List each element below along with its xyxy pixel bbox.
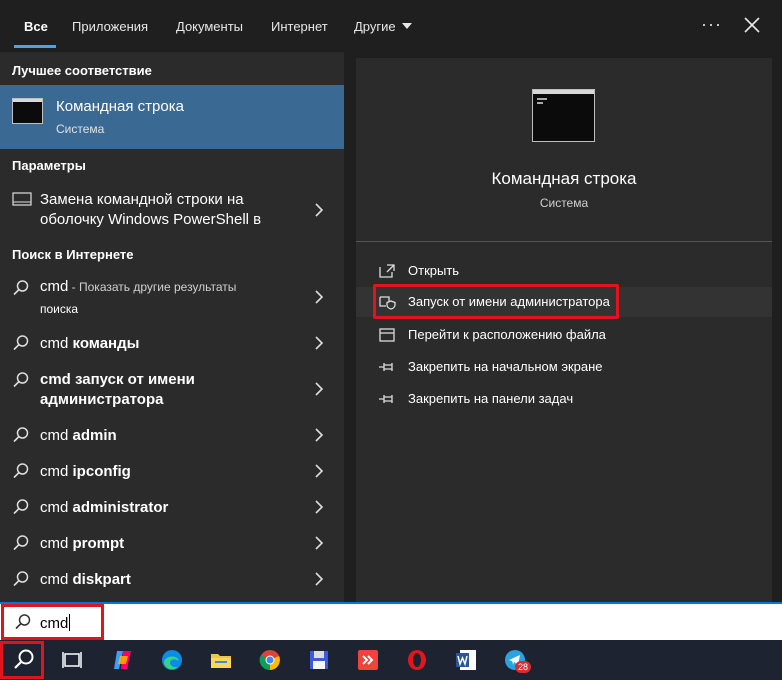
web-result-query: cmd <box>40 463 73 480</box>
web-result-bold: prompt <box>72 535 125 552</box>
web-result-query: cmd <box>40 499 73 516</box>
chevron-right-icon[interactable] <box>314 572 324 586</box>
edge-icon[interactable] <box>160 648 184 672</box>
web-result-bold: ipconfig <box>72 463 131 480</box>
results-list: Лучшее соответствие Командная строка Сис… <box>0 52 344 602</box>
chevron-right-icon[interactable] <box>314 500 324 514</box>
web-result-hint: - Показать другие результаты <box>68 280 237 294</box>
web-result-query: cmd <box>40 278 69 295</box>
web-result-item[interactable]: cmd administrator <box>0 494 344 522</box>
web-result-item[interactable]: cmd ipconfig <box>0 458 344 486</box>
web-result-query: cmd <box>40 535 73 552</box>
tab-more[interactable]: Другие <box>354 19 412 34</box>
chevron-right-icon[interactable] <box>314 290 324 304</box>
web-result-query-line2: администратора <box>40 391 164 408</box>
command-prompt-icon <box>532 89 595 142</box>
tab-apps[interactable]: Приложения <box>72 19 148 34</box>
copilot-icon[interactable] <box>111 648 135 672</box>
annotation-highlight <box>0 641 44 679</box>
folder-icon <box>379 328 395 342</box>
notification-badge: 28 <box>515 661 532 673</box>
web-result-item[interactable]: cmd diskpart <box>0 566 344 594</box>
floppy-icon[interactable] <box>307 648 331 672</box>
opera-icon[interactable] <box>405 648 429 672</box>
web-result-item[interactable]: cmd admin <box>0 422 344 450</box>
pin-icon <box>379 363 393 371</box>
web-result-item[interactable]: cmd запуск от имени администратора <box>0 366 344 412</box>
action-open-file-location-label: Перейти к расположению файла <box>408 327 606 342</box>
task-view-icon[interactable] <box>60 648 84 672</box>
action-pin-start[interactable]: Закрепить на начальном экране <box>356 352 772 382</box>
tab-documents[interactable]: Документы <box>176 19 243 34</box>
action-open-file-location[interactable]: Перейти к расположению файла <box>356 320 772 350</box>
chevron-right-icon[interactable] <box>314 382 324 396</box>
action-open[interactable]: Открыть <box>356 256 772 286</box>
best-match-item[interactable]: Командная строка Система <box>0 85 344 149</box>
tab-more-label: Другие <box>354 19 396 34</box>
chevron-right-icon[interactable] <box>314 464 324 478</box>
tab-internet[interactable]: Интернет <box>271 19 328 34</box>
search-icon <box>13 335 29 351</box>
chrome-icon[interactable] <box>258 648 282 672</box>
action-open-label: Открыть <box>408 263 460 278</box>
chevron-right-icon[interactable] <box>314 336 324 350</box>
preview-panel: Командная строка Система Открыть Запуск … <box>356 58 772 602</box>
action-pin-taskbar-label: Закрепить на панели задач <box>408 391 574 406</box>
annotation-highlight <box>1 604 104 640</box>
web-result-query: cmd <box>40 335 73 352</box>
best-match-subtitle: Система <box>56 122 105 136</box>
close-icon[interactable] <box>742 15 762 35</box>
divider <box>356 241 772 242</box>
search-icon <box>13 427 29 443</box>
search-icon <box>13 463 29 479</box>
settings-item-line2: оболочку Windows PowerShell в <box>40 211 262 228</box>
file-explorer-icon[interactable] <box>209 648 233 672</box>
more-options-button[interactable]: ··· <box>701 14 722 35</box>
pin-icon <box>379 395 393 403</box>
search-icon <box>13 280 29 296</box>
action-pin-taskbar[interactable]: Закрепить на панели задач <box>356 384 772 414</box>
action-run-as-admin[interactable]: Запуск от имени администратора <box>356 284 772 319</box>
chevron-right-icon[interactable] <box>314 536 324 550</box>
chevron-right-icon[interactable] <box>314 428 324 442</box>
web-result-item[interactable]: cmd - Показать другие результаты поиска <box>0 274 344 318</box>
web-result-query: cmd <box>40 427 73 444</box>
web-result-hint-line2: поиска <box>40 302 79 316</box>
annotation-highlight <box>373 284 619 319</box>
search-box[interactable]: cmd <box>0 602 782 640</box>
command-prompt-icon <box>12 98 43 124</box>
search-icon <box>13 499 29 515</box>
search-tabs: Все Приложения Документы Интернет Другие… <box>0 0 782 52</box>
active-tab-indicator <box>14 45 56 48</box>
web-result-bold: admin <box>72 427 117 444</box>
settings-item-powershell[interactable]: Замена командной строки на оболочку Wind… <box>0 186 344 234</box>
search-icon <box>13 535 29 551</box>
chevron-down-icon <box>401 23 412 29</box>
anydesk-icon[interactable] <box>356 648 380 672</box>
tab-all[interactable]: Все <box>24 19 48 34</box>
web-result-item[interactable]: cmd prompt <box>0 530 344 558</box>
settings-window-icon <box>12 192 32 206</box>
web-result-bold: команды <box>72 335 140 352</box>
search-icon <box>13 571 29 587</box>
web-result-query: cmd <box>40 571 73 588</box>
web-result-query: cmd запуск от имени <box>40 371 195 388</box>
preview-title: Командная строка <box>491 169 637 188</box>
section-web-search: Поиск в Интернете <box>12 247 134 262</box>
settings-item-line1: Замена командной строки на <box>40 191 244 208</box>
chevron-right-icon[interactable] <box>314 203 324 217</box>
search-icon <box>13 372 29 388</box>
action-pin-start-label: Закрепить на начальном экране <box>408 359 603 374</box>
section-settings: Параметры <box>12 158 86 173</box>
web-result-bold: diskpart <box>72 571 131 588</box>
open-icon <box>379 264 395 278</box>
web-result-bold: administrator <box>72 499 169 516</box>
telegram-app[interactable]: 28 <box>503 648 532 673</box>
taskbar: 28 <box>0 640 782 680</box>
web-result-item[interactable]: cmd команды <box>0 330 344 358</box>
preview-subtitle: Система <box>539 196 589 210</box>
word-icon[interactable] <box>454 648 478 672</box>
section-best-match: Лучшее соответствие <box>12 63 152 78</box>
best-match-title: Командная строка <box>56 98 184 115</box>
